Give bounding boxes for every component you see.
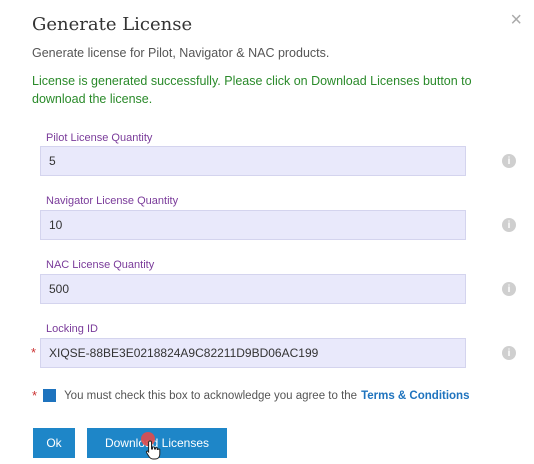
navigator-quantity-value: 10 [49,218,63,232]
locking-id-label: Locking ID [46,323,98,335]
info-icon[interactable]: i [502,218,516,232]
dialog-subtitle: Generate license for Pilot, Navigator & … [32,46,330,60]
nac-quantity-label: NAC License Quantity [46,259,155,271]
info-icon[interactable]: i [502,154,516,168]
required-marker: * [31,345,37,360]
locking-id-input[interactable]: XIQSE-88BE3E0218824A9C82211D9BD06AC199 [40,338,466,368]
success-message: License is generated successfully. Pleas… [32,74,472,106]
navigator-quantity-label: Navigator License Quantity [46,195,179,207]
pilot-quantity-value: 5 [49,154,56,168]
terms-text: You must check this box to acknowledge y… [64,389,358,402]
generate-license-dialog: Generate License × Generate license for … [0,0,534,464]
nac-quantity-value: 500 [49,282,70,296]
navigator-quantity-input[interactable]: 10 [40,210,466,240]
locking-id-value: XIQSE-88BE3E0218824A9C82211D9BD06AC199 [49,346,319,360]
terms-acknowledge-row: * You must check this box to acknowledge… [32,388,469,403]
dialog-title: Generate License [32,14,193,35]
pilot-quantity-input[interactable]: 5 [40,146,466,176]
close-icon[interactable]: × [510,10,522,30]
required-marker: * [32,388,38,403]
nac-quantity-input[interactable]: 500 [40,274,466,304]
ok-button[interactable]: Ok [33,428,75,458]
terms-checkbox[interactable] [43,389,57,402]
info-icon[interactable]: i [502,282,516,296]
pilot-quantity-label: Pilot License Quantity [46,132,153,144]
info-icon[interactable]: i [502,346,516,360]
terms-link[interactable]: Terms & Conditions [361,390,469,402]
hand-pointer-icon [145,440,161,460]
